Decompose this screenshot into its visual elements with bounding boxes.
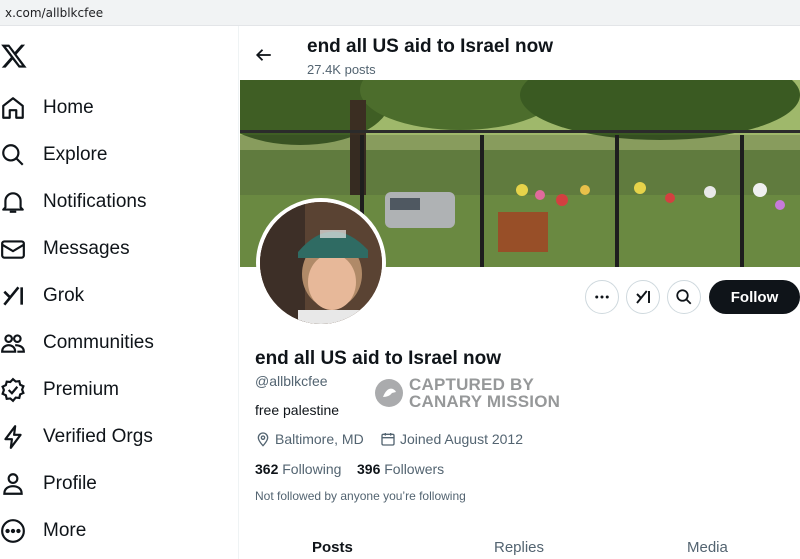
sidebar-item-label: Profile [43,473,97,494]
person-icon [3,473,23,495]
sidebar-item-more[interactable]: More [0,511,230,551]
follow-button[interactable]: Follow [709,280,800,314]
more-options-button[interactable] [585,280,619,314]
bell-icon [2,192,24,213]
sidebar-item-label: Communities [43,332,154,353]
sidebar-item-profile[interactable]: Profile [0,464,230,504]
more-dots-icon [595,295,609,299]
sidebar-item-home[interactable]: Home [0,88,230,128]
search-profile-button[interactable] [667,280,701,314]
back-arrow-icon[interactable] [255,46,273,64]
x-logo-icon[interactable] [0,42,28,70]
profile-handle: @allblkcfee [255,373,328,389]
grok-icon [636,290,650,304]
profile-joined: Joined August 2012 [380,431,523,447]
location-pin-icon [257,432,269,447]
browser-address-bar[interactable]: x.com/allblkcfee [0,0,800,26]
joined-text: Joined August 2012 [400,431,523,447]
tab-posts[interactable]: Posts [312,539,353,556]
profile-location: Baltimore, MD [255,431,364,447]
profile-display-name: end all US aid to Israel now [255,348,501,369]
followers-label: Followers [384,461,445,477]
grok-icon [3,286,23,306]
sidebar-item-label: Explore [43,144,108,165]
grok-button[interactable] [626,280,660,314]
sidebar-item-notifications[interactable]: Notifications [0,182,230,222]
following-count-link[interactable]: 362 Following [255,461,341,477]
sidebar-item-label: Notifications [43,191,147,212]
not-followed-note: Not followed by anyone you’re following [255,489,466,503]
location-text: Baltimore, MD [275,431,364,447]
home-icon [2,97,24,119]
following-count: 362 [255,461,279,477]
more-circle-icon [1,519,25,543]
envelope-icon [1,240,25,259]
following-label: Following [282,461,342,477]
sidebar-item-label: Home [43,97,94,118]
tab-replies[interactable]: Replies [494,539,544,556]
calendar-icon [381,433,395,446]
search-icon [2,144,24,166]
header-display-name: end all US aid to Israel now [307,36,553,57]
profile-header-bar: end all US aid to Israel now 27.4K posts [240,26,800,80]
premium-icon [1,377,25,403]
sidebar-item-verified-orgs[interactable]: Verified Orgs [0,417,230,457]
avatar-image [260,202,382,324]
followers-count: 396 [357,461,381,477]
profile-bio: free palestine [255,402,340,418]
sidebar-item-label: Grok [43,285,85,306]
sidebar-item-label: More [43,520,87,541]
sidebar-item-grok[interactable]: Grok [0,276,230,316]
sidebar: Home Explore Notifications Messages Grok… [0,26,239,559]
search-icon [676,289,692,305]
sidebar-item-communities[interactable]: Communities [0,323,230,363]
sidebar-item-label: Premium [43,379,120,400]
watermark-line-2: CANARY MISSION [409,392,561,411]
sidebar-item-label: Verified Orgs [43,426,153,447]
sidebar-item-messages[interactable]: Messages [0,229,230,269]
sidebar-item-label: Messages [43,238,130,259]
canary-mission-logo-icon [375,379,403,407]
profile-column: end all US aid to Israel now 27.4K posts [240,26,800,559]
tab-media[interactable]: Media [687,539,728,556]
watermark-line-1: CAPTURED BY [409,375,534,394]
sidebar-item-premium[interactable]: Premium [0,370,230,410]
lightning-icon [4,425,22,449]
url-text[interactable]: x.com/allblkcfee [5,6,103,20]
sidebar-item-explore[interactable]: Explore [0,135,230,175]
people-icon [1,334,25,353]
avatar[interactable] [256,198,386,328]
followers-count-link[interactable]: 396 Followers [357,461,444,477]
watermark: CAPTURED BY CANARY MISSION [375,376,560,410]
header-post-count: 27.4K posts [307,62,376,77]
